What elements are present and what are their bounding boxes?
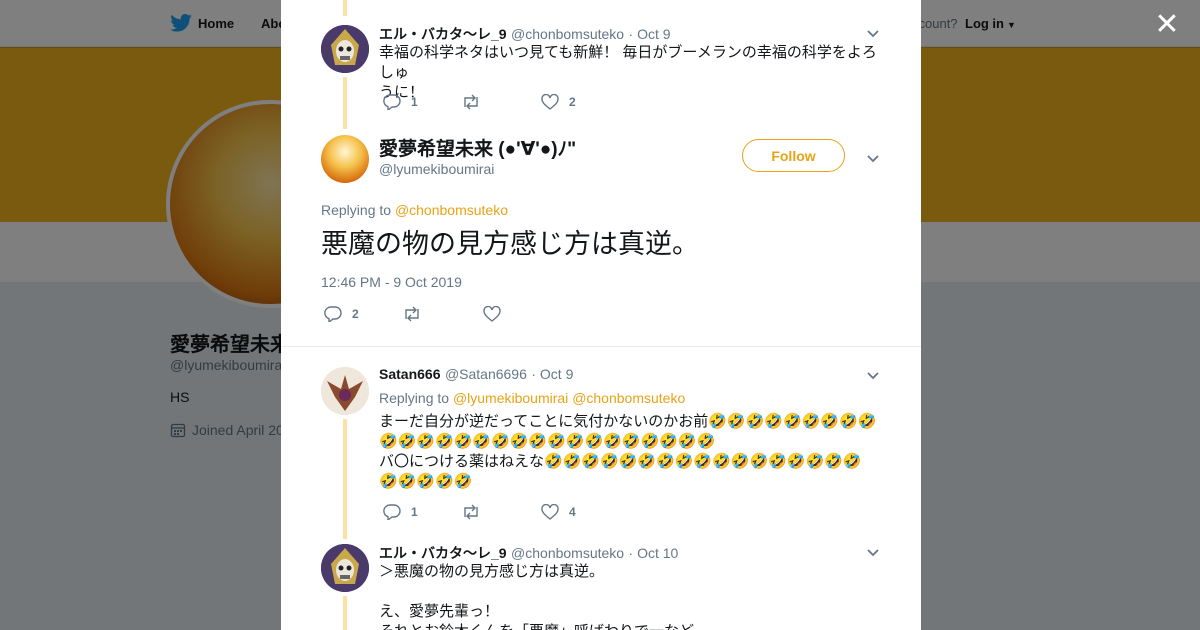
retweet-button[interactable]	[461, 94, 481, 110]
retweet-icon	[464, 94, 478, 110]
tweet-author-name[interactable]: エル・バカタ～レ_9	[379, 26, 507, 42]
tweet-text: ＞悪魔の物の見方感じ方は真逆。 え、愛夢先輩っ！ それとお鈴木くんを「悪魔」呼ば…	[379, 562, 879, 630]
reply-count: 1	[411, 95, 418, 109]
replying-to: Replying to @lyumekiboumirai @chonbomsut…	[379, 390, 685, 406]
thread-line	[343, 419, 347, 539]
heart-icon	[483, 306, 501, 322]
heart-icon	[541, 94, 559, 110]
follow-button[interactable]: Follow	[742, 139, 845, 172]
reply-icon	[383, 504, 401, 520]
tweet-date[interactable]: · Oct 9	[629, 26, 671, 42]
chevron-down-icon[interactable]	[865, 150, 881, 166]
tweet-modal: エル・バカタ～レ_9 @chonbomsuteko · Oct 9 幸福の科学ネ…	[281, 0, 921, 630]
divider	[281, 346, 921, 347]
tweet-author-name[interactable]: Satan666	[379, 366, 440, 382]
chevron-down-icon[interactable]	[865, 367, 881, 383]
reply-button[interactable]: 2	[324, 306, 359, 322]
reply-count: 1	[411, 505, 418, 519]
main-tweet-author-name[interactable]: 愛夢希望未来 (●'∀'●)ﾉ"	[379, 134, 576, 161]
tweet-author-handle[interactable]: @Satan6696	[445, 366, 527, 382]
reply-icon	[383, 94, 401, 110]
chevron-down-icon[interactable]	[865, 544, 881, 560]
replying-prefix: Replying to	[321, 202, 392, 218]
tweet-text-line: え、愛夢先輩っ！	[379, 603, 500, 620]
tweet-text-line: ＞悪魔の物の見方感じ方は真逆。	[379, 563, 605, 580]
like-button[interactable]: 4	[541, 504, 576, 520]
tweet-text-line: 🤣🤣🤣🤣🤣	[379, 473, 473, 490]
tweet-author-handle[interactable]: @chonbomsuteko	[511, 26, 624, 42]
reply-button[interactable]: 1	[383, 94, 418, 110]
reply-button[interactable]: 1	[383, 504, 418, 520]
tweet-author-handle[interactable]: @chonbomsuteko	[511, 545, 624, 561]
replying-to-link[interactable]: @chonbomsuteko	[572, 390, 685, 406]
replying-to-link[interactable]: @lyumekiboumirai	[453, 390, 568, 406]
tweet-text-line: バ〇につける薬はねえな🤣🤣🤣🤣🤣🤣🤣🤣🤣🤣🤣🤣🤣🤣🤣🤣🤣	[379, 453, 862, 470]
tweet-text: まーだ自分が逆だってことに気付かないのかお前🤣🤣🤣🤣🤣🤣🤣🤣🤣 🤣🤣🤣🤣🤣🤣🤣🤣…	[379, 412, 879, 492]
thread-line	[343, 596, 347, 630]
main-tweet-text: 悪魔の物の見方感じ方は真逆。	[321, 229, 699, 259]
avatar[interactable]	[321, 135, 369, 183]
like-button[interactable]: 2	[541, 94, 576, 110]
tweet-text-line: それとお鈴木くんを「悪魔」呼ばわりで一など	[379, 622, 879, 630]
heart-icon	[541, 504, 559, 520]
tweet-header: エル・バカタ～レ_9 @chonbomsuteko · Oct 9	[379, 24, 671, 44]
tweet-text-line: 🤣🤣🤣🤣🤣🤣🤣🤣🤣🤣🤣🤣🤣🤣🤣🤣🤣🤣	[379, 433, 716, 450]
skull-avatar-icon	[321, 25, 369, 73]
thread-line	[343, 0, 347, 16]
demon-avatar-icon	[321, 367, 369, 415]
tweet-text-line: まーだ自分が逆だってことに気付かないのかお前🤣🤣🤣🤣🤣🤣🤣🤣🤣	[379, 413, 877, 430]
tweet-date[interactable]: · Oct 10	[629, 545, 679, 561]
reply-count: 2	[352, 307, 359, 321]
tweet-header: Satan666 @Satan6696 · Oct 9	[379, 366, 573, 384]
tweet-author-name[interactable]: エル・バカタ～レ_9	[379, 545, 507, 561]
skull-avatar-icon	[321, 544, 369, 592]
replying-prefix: Replying to	[379, 390, 450, 406]
retweet-icon	[405, 306, 419, 322]
tweet-date[interactable]: · Oct 9	[531, 366, 573, 382]
main-tweet-author-handle[interactable]: @lyumekiboumirai	[379, 161, 494, 177]
tweet-text-line: うに！	[379, 84, 425, 101]
like-count: 2	[569, 95, 576, 109]
avatar[interactable]	[321, 367, 369, 415]
chevron-down-icon[interactable]	[865, 25, 881, 41]
like-button[interactable]	[483, 306, 501, 322]
replying-to-link[interactable]: @chonbomsuteko	[395, 202, 508, 218]
thread-line	[343, 77, 347, 129]
retweet-icon	[464, 504, 478, 520]
avatar[interactable]	[321, 25, 369, 73]
main-tweet-timestamp[interactable]: 12:46 PM - 9 Oct 2019	[321, 274, 462, 290]
retweet-button[interactable]	[402, 306, 422, 322]
tweet-text-line: 幸福の科学ネタはいつ見ても新鮮！ 毎日がブーメランの幸福の科学をよろしゅ	[379, 44, 877, 81]
tweet-header: エル・バカタ～レ_9 @chonbomsuteko · Oct 10	[379, 543, 678, 563]
tweet-text: 幸福の科学ネタはいつ見ても新鮮！ 毎日がブーメランの幸福の科学をよろしゅ うに！	[379, 43, 879, 103]
close-icon[interactable]: ✕	[1152, 10, 1182, 40]
retweet-button[interactable]	[461, 504, 481, 520]
avatar[interactable]	[321, 544, 369, 592]
reply-icon	[324, 306, 342, 322]
like-count: 4	[569, 505, 576, 519]
replying-to: Replying to @chonbomsuteko	[321, 202, 508, 218]
